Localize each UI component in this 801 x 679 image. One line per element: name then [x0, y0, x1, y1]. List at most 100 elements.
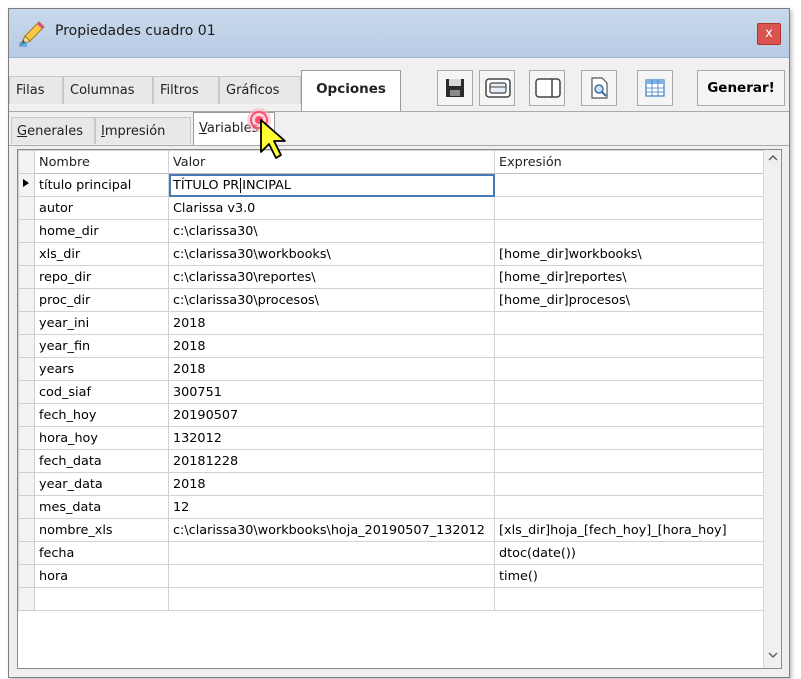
table-row[interactable]: years 2018 — [18, 357, 767, 381]
save-button[interactable] — [437, 70, 473, 106]
title-bar[interactable]: Propiedades cuadro 01 x — [9, 9, 789, 58]
table-row[interactable]: cod_siaf 300751 — [18, 380, 767, 404]
scroll-down-arrow-icon[interactable] — [764, 649, 781, 666]
cell-nombre[interactable]: fech_data — [34, 449, 169, 473]
cell-nombre[interactable]: year_fin — [34, 334, 169, 358]
cell-valor[interactable]: c:\clarissa30\ — [168, 219, 495, 243]
grid-button[interactable] — [637, 70, 673, 106]
tab-columnas[interactable]: Columnas — [63, 76, 153, 104]
tab-graficos[interactable]: Gráficos — [219, 76, 301, 104]
table-row[interactable]: nombre_xls c:\clarissa30\workbooks\hoja_2… — [18, 518, 767, 542]
table-row-partial[interactable] — [18, 587, 767, 611]
cell-nombre[interactable]: years — [34, 357, 169, 381]
table-row[interactable]: hora_hoy 132012 — [18, 426, 767, 450]
cell-expresion[interactable]: [xls_dir]hoja_[fech_hoy]_[hora_hoy] — [494, 518, 767, 542]
table-row[interactable]: year_fin 2018 — [18, 334, 767, 358]
table-row[interactable]: proc_dir c:\clarissa30\procesos\ [home_dir… — [18, 288, 767, 312]
close-button[interactable]: x — [757, 23, 781, 45]
tab-opciones[interactable]: Opciones — [301, 70, 401, 111]
table-row[interactable]: título principal TÍTULO PR INCIPAL — [18, 173, 767, 197]
cell-expresion[interactable]: time() — [494, 564, 767, 588]
cell-expresion[interactable] — [494, 472, 767, 496]
cell-valor[interactable]: 132012 — [168, 426, 495, 450]
vertical-scrollbar[interactable] — [763, 150, 781, 668]
cell-valor-text-after: INCIPAL — [242, 177, 292, 193]
table-row[interactable]: home_dir c:\clarissa30\ — [18, 219, 767, 243]
cell-valor[interactable]: c:\clarissa30\procesos\ — [168, 288, 495, 312]
column-header-valor[interactable]: Valor — [168, 150, 495, 174]
table-row[interactable]: xls_dir c:\clarissa30\workbooks\ [home_dir… — [18, 242, 767, 266]
cell-expresion[interactable] — [494, 495, 767, 519]
column-header-expresion[interactable]: Expresión — [494, 150, 767, 174]
cell-expresion[interactable] — [494, 311, 767, 335]
cell-valor[interactable] — [168, 541, 495, 565]
cell-valor[interactable]: 20190507 — [168, 403, 495, 427]
cell-expresion[interactable]: [home_dir]procesos\ — [494, 288, 767, 312]
cell-expresion[interactable] — [494, 403, 767, 427]
cell-nombre[interactable]: fech_hoy — [34, 403, 169, 427]
table-row[interactable]: mes_data 12 — [18, 495, 767, 519]
generar-button[interactable]: Generar! — [697, 70, 785, 106]
variables-grid[interactable]: Nombre Valor Expresión título principal … — [17, 149, 782, 669]
table-row[interactable]: repo_dir c:\clarissa30\reportes\ [home_dir… — [18, 265, 767, 289]
cell-valor-editing[interactable]: TÍTULO PR INCIPAL — [168, 173, 495, 197]
cell-expresion[interactable]: [home_dir]workbooks\ — [494, 242, 767, 266]
table-row[interactable]: fecha dtoc(date()) — [18, 541, 767, 565]
cell-valor[interactable]: c:\clarissa30\workbooks\ — [168, 242, 495, 266]
cell-valor[interactable]: c:\clarissa30\reportes\ — [168, 265, 495, 289]
table-row[interactable]: year_ini 2018 — [18, 311, 767, 335]
cell-nombre[interactable]: proc_dir — [34, 288, 169, 312]
cell-expresion[interactable] — [494, 449, 767, 473]
cell-valor[interactable]: 2018 — [168, 334, 495, 358]
cell-nombre[interactable]: cod_siaf — [34, 380, 169, 404]
cell-expresion[interactable] — [494, 426, 767, 450]
cell-nombre[interactable]: repo_dir — [34, 265, 169, 289]
cell-expresion[interactable] — [494, 334, 767, 358]
table-row[interactable]: fech_data 20181228 — [18, 449, 767, 473]
preview-icon — [591, 77, 608, 99]
cell-nombre[interactable]: autor — [34, 196, 169, 220]
cell-valor[interactable]: 2018 — [168, 472, 495, 496]
table-row[interactable]: autor Clarissa v3.0 — [18, 196, 767, 220]
cell-expresion[interactable] — [494, 196, 767, 220]
cell-expresion[interactable] — [494, 219, 767, 243]
cell-expresion[interactable]: dtoc(date()) — [494, 541, 767, 565]
cell-nombre[interactable]: nombre_xls — [34, 518, 169, 542]
cell-nombre[interactable]: year_data — [34, 472, 169, 496]
layout-panel-button[interactable] — [479, 70, 515, 106]
cell-nombre-empty[interactable] — [34, 587, 169, 611]
cell-nombre[interactable]: hora_hoy — [34, 426, 169, 450]
cell-expresion[interactable] — [494, 380, 767, 404]
table-row[interactable]: hora time() — [18, 564, 767, 588]
subtab-generales[interactable]: Generales — [11, 117, 95, 144]
scroll-up-arrow-icon[interactable] — [764, 152, 781, 169]
cell-nombre[interactable]: hora — [34, 564, 169, 588]
cell-valor[interactable] — [168, 564, 495, 588]
cell-valor[interactable]: 2018 — [168, 357, 495, 381]
cell-nombre[interactable]: xls_dir — [34, 242, 169, 266]
cell-valor[interactable]: 300751 — [168, 380, 495, 404]
column-header-nombre[interactable]: Nombre — [34, 150, 169, 174]
tab-filas[interactable]: Filas — [9, 76, 63, 104]
table-row[interactable]: fech_hoy 20190507 — [18, 403, 767, 427]
cell-valor-empty[interactable] — [168, 587, 495, 611]
cell-nombre[interactable]: fecha — [34, 541, 169, 565]
cell-valor[interactable]: 20181228 — [168, 449, 495, 473]
cell-expresion-empty[interactable] — [494, 587, 767, 611]
cell-nombre[interactable]: mes_data — [34, 495, 169, 519]
preview-button[interactable] — [581, 70, 617, 106]
split-view-button[interactable] — [529, 70, 565, 106]
cell-nombre[interactable]: home_dir — [34, 219, 169, 243]
cell-expresion[interactable] — [494, 357, 767, 381]
cell-nombre[interactable]: year_ini — [34, 311, 169, 335]
cell-valor[interactable]: 12 — [168, 495, 495, 519]
cell-nombre[interactable]: título principal — [34, 173, 169, 197]
cell-valor[interactable]: Clarissa v3.0 — [168, 196, 495, 220]
cell-expresion[interactable] — [494, 173, 767, 197]
subtab-impresion[interactable]: Impresión — [95, 117, 191, 144]
cell-valor[interactable]: 2018 — [168, 311, 495, 335]
cell-valor[interactable]: c:\clarissa30\workbooks\hoja_20190507_13… — [168, 518, 495, 542]
tab-filtros[interactable]: Filtros — [153, 76, 219, 104]
table-row[interactable]: year_data 2018 — [18, 472, 767, 496]
cell-expresion[interactable]: [home_dir]reportes\ — [494, 265, 767, 289]
